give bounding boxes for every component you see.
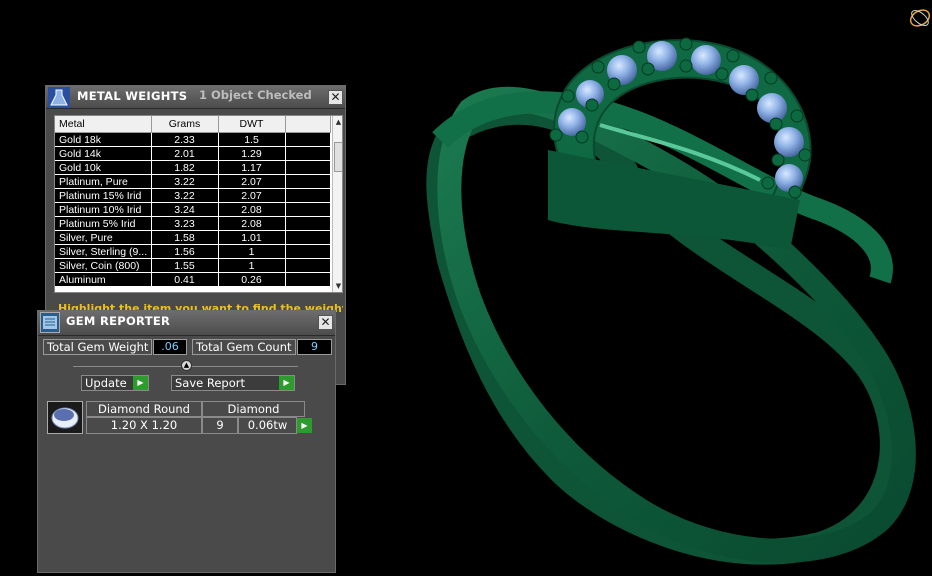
table-row[interactable]: Gold 10k 1.82 1.17 — [55, 160, 331, 175]
column-header-dwt[interactable]: DWT — [218, 116, 286, 133]
dwt-value: 1.5 — [218, 132, 286, 147]
metal-name: Gold 10k — [55, 160, 152, 175]
column-header-grams[interactable]: Grams — [151, 116, 219, 133]
table-row[interactable]: Platinum, Pure 3.22 2.07 — [55, 174, 331, 189]
flask-icon — [48, 87, 70, 108]
gem-reporter-titlebar[interactable]: GEM REPORTER ✕ — [38, 311, 335, 336]
grams-value: 2.01 — [151, 146, 219, 161]
metal-name: Silver, Coin (800) — [55, 258, 152, 273]
table-row[interactable]: Gold 14k 2.01 1.29 — [55, 146, 331, 161]
update-button[interactable]: Update ▶ — [81, 375, 149, 391]
metal-name: Silver, Sterling (9... — [55, 244, 152, 259]
gem-weight: 0.06tw — [238, 417, 297, 434]
table-row[interactable]: Gold 18k 2.33 1.5 — [55, 132, 331, 147]
metal-name: Platinum 10% Irid — [55, 202, 152, 217]
dwt-value: 2.07 — [218, 174, 286, 189]
grams-value: 1.55 — [151, 258, 219, 273]
grams-value: 3.22 — [151, 188, 219, 203]
grams-value: 1.82 — [151, 160, 219, 175]
total-gem-weight-label: Total Gem Weight — [43, 339, 152, 355]
gem-shape: Diamond Round — [86, 401, 202, 417]
diamond-round-thumbnail-icon — [47, 401, 83, 434]
close-icon[interactable]: ✕ — [328, 90, 343, 105]
metal-name: Gold 18k — [55, 132, 152, 147]
column-header-blank — [285, 116, 331, 133]
metal-name: Silver, Pure — [55, 230, 152, 245]
metal-name: Platinum 5% Irid — [55, 216, 152, 231]
grams-value: 1.58 — [151, 230, 219, 245]
grams-value: 3.23 — [151, 216, 219, 231]
grams-value: 1.56 — [151, 244, 219, 259]
objects-checked-status: 1 Object Checked — [199, 88, 312, 102]
dwt-value: 1.29 — [218, 146, 286, 161]
metal-weights-title: METAL WEIGHTS — [77, 89, 188, 103]
total-gem-weight-value: .06 — [153, 339, 187, 355]
table-row[interactable]: Aluminum 0.41 0.26 — [55, 272, 331, 287]
splitter-handle-icon[interactable]: ▲ — [181, 360, 192, 371]
metal-name: Platinum, Pure — [55, 174, 152, 189]
dwt-value: 0.26 — [218, 272, 286, 287]
metal-name: Gold 14k — [55, 146, 152, 161]
scroll-up-icon[interactable]: ▲ — [333, 116, 342, 128]
scroll-down-icon[interactable]: ▼ — [333, 280, 342, 292]
update-button-label: Update — [85, 376, 127, 390]
play-arrow-icon: ▶ — [133, 376, 148, 390]
dwt-value: 2.08 — [218, 216, 286, 231]
grams-value: 3.22 — [151, 174, 219, 189]
table-scrollbar[interactable]: ▲ ▼ — [332, 116, 342, 292]
gem-reporter-title: GEM REPORTER — [66, 314, 171, 328]
dwt-value: 1 — [218, 244, 286, 259]
scroll-thumb[interactable] — [334, 142, 342, 172]
gem-size: 1.20 X 1.20 — [86, 417, 202, 434]
gem-result-row[interactable]: Diamond Round Diamond 1.20 X 1.20 9 0.06… — [47, 401, 312, 435]
table-header-row: Metal Grams DWT — [55, 116, 331, 133]
table-row[interactable]: Silver, Sterling (9... 1.56 1 — [55, 244, 331, 259]
table-row[interactable]: Platinum 10% Irid 3.24 2.08 — [55, 202, 331, 217]
grams-value: 2.33 — [151, 132, 219, 147]
table-row[interactable]: Platinum 15% Irid 3.22 2.07 — [55, 188, 331, 203]
save-report-button[interactable]: Save Report ▶ — [171, 375, 295, 391]
save-report-button-label: Save Report — [175, 376, 246, 390]
table-row[interactable]: Silver, Pure 1.58 1.01 — [55, 230, 331, 245]
table-row[interactable]: Platinum 5% Irid 3.23 2.08 — [55, 216, 331, 231]
metal-weights-table[interactable]: Metal Grams DWT Gold 18k 2.33 1.5 Gold 14k… — [54, 115, 343, 293]
metal-name: Aluminum — [55, 272, 152, 287]
total-gem-count-label: Total Gem Count — [192, 339, 296, 355]
grams-value: 3.24 — [151, 202, 219, 217]
gem-report-icon — [40, 312, 60, 333]
dwt-value: 1 — [218, 258, 286, 273]
dwt-value: 2.08 — [218, 202, 286, 217]
play-arrow-icon: ▶ — [279, 376, 294, 390]
metal-weights-titlebar[interactable]: METAL WEIGHTS 1 Object Checked ✕ — [46, 86, 345, 109]
gem-reporter-panel: GEM REPORTER ✕ Total Gem Weight .06 Tota… — [37, 310, 336, 573]
gem-material: Diamond — [202, 401, 305, 417]
dwt-value: 1.17 — [218, 160, 286, 175]
grams-value: 0.41 — [151, 272, 219, 287]
orbit-gizmo-icon[interactable] — [904, 2, 932, 34]
close-icon[interactable]: ✕ — [318, 315, 333, 330]
dwt-value: 2.07 — [218, 188, 286, 203]
play-arrow-icon[interactable]: ▶ — [297, 418, 312, 433]
table-row[interactable]: Silver, Coin (800) 1.55 1 — [55, 258, 331, 273]
metal-name: Platinum 15% Irid — [55, 188, 152, 203]
dwt-value: 1.01 — [218, 230, 286, 245]
column-header-metal[interactable]: Metal — [55, 116, 152, 133]
gem-count: 9 — [202, 417, 238, 434]
total-gem-count-value: 9 — [297, 339, 332, 355]
